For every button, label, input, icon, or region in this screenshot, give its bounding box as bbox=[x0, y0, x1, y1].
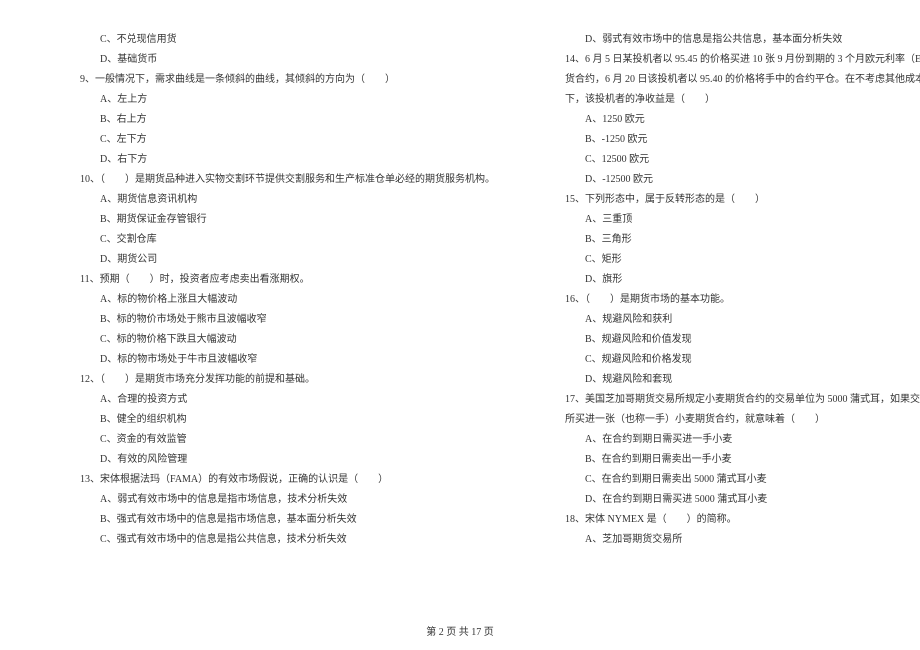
text-line: B、健全的组织机构 bbox=[50, 410, 495, 430]
text-line: D、有效的风险管理 bbox=[50, 450, 495, 470]
text-line: D、在合约到期日需买进 5000 蒲式耳小麦 bbox=[535, 490, 920, 510]
text-line: C、矩形 bbox=[535, 250, 920, 270]
text-line: A、芝加哥期货交易所 bbox=[535, 530, 920, 550]
text-line: D、期货公司 bbox=[50, 250, 495, 270]
text-line: C、规避风险和价格发现 bbox=[535, 350, 920, 370]
document-content: C、不兑现信用货D、基础货币9、一般情况下，需求曲线是一条倾斜的曲线，其倾斜的方… bbox=[50, 30, 870, 610]
text-line: 11、预期（ ）时，投资者应考虑卖出看涨期权。 bbox=[50, 270, 495, 290]
text-line: C、交割仓库 bbox=[50, 230, 495, 250]
text-line: 下，该投机者的净收益是（ ） bbox=[535, 90, 920, 110]
text-line: B、标的物价市场处于熊市且波幅收窄 bbox=[50, 310, 495, 330]
text-line: A、1250 欧元 bbox=[535, 110, 920, 130]
text-line: C、左下方 bbox=[50, 130, 495, 150]
text-line: A、合理的投资方式 bbox=[50, 390, 495, 410]
text-line: B、期货保证金存管银行 bbox=[50, 210, 495, 230]
text-line: 16、（ ）是期货市场的基本功能。 bbox=[535, 290, 920, 310]
text-line: 12、（ ）是期货市场充分发挥功能的前提和基础。 bbox=[50, 370, 495, 390]
text-line: D、基础货币 bbox=[50, 50, 495, 70]
text-line: A、弱式有效市场中的信息是指市场信息，技术分析失效 bbox=[50, 490, 495, 510]
text-line: B、在合约到期日需卖出一手小麦 bbox=[535, 450, 920, 470]
page-footer: 第 2 页 共 17 页 bbox=[0, 623, 920, 638]
text-line: C、强式有效市场中的信息是指公共信息，技术分析失效 bbox=[50, 530, 495, 550]
text-line: C、12500 欧元 bbox=[535, 150, 920, 170]
text-line: A、期货信息资讯机构 bbox=[50, 190, 495, 210]
text-line: 所买进一张（也称一手）小麦期货合约，就意味着（ ） bbox=[535, 410, 920, 430]
text-line: B、右上方 bbox=[50, 110, 495, 130]
text-line: D、弱式有效市场中的信息是指公共信息，基本面分析失效 bbox=[535, 30, 920, 50]
text-line: A、在合约到期日需买进一手小麦 bbox=[535, 430, 920, 450]
text-line: B、强式有效市场中的信息是指市场信息，基本面分析失效 bbox=[50, 510, 495, 530]
text-line: B、规避风险和价值发现 bbox=[535, 330, 920, 350]
text-line: C、在合约到期日需卖出 5000 蒲式耳小麦 bbox=[535, 470, 920, 490]
text-line: C、不兑现信用货 bbox=[50, 30, 495, 50]
text-line: A、左上方 bbox=[50, 90, 495, 110]
text-line: 10、（ ）是期货品种进入实物交割环节提供交割服务和生产标准仓单必经的期货服务机… bbox=[50, 170, 495, 190]
text-line: A、标的物价格上涨且大幅波动 bbox=[50, 290, 495, 310]
text-line: D、规避风险和套现 bbox=[535, 370, 920, 390]
right-column: D、弱式有效市场中的信息是指公共信息，基本面分析失效14、6 月 5 日某投机者… bbox=[535, 30, 920, 610]
text-line: 9、一般情况下，需求曲线是一条倾斜的曲线，其倾斜的方向为（ ） bbox=[50, 70, 495, 90]
text-line: A、三重顶 bbox=[535, 210, 920, 230]
text-line: C、标的物价格下跌且大幅波动 bbox=[50, 330, 495, 350]
text-line: D、旗形 bbox=[535, 270, 920, 290]
text-line: D、-12500 欧元 bbox=[535, 170, 920, 190]
text-line: C、资金的有效监管 bbox=[50, 430, 495, 450]
text-line: D、右下方 bbox=[50, 150, 495, 170]
text-line: A、规避风险和获利 bbox=[535, 310, 920, 330]
text-line: 18、宋体 NYMEX 是（ ）的简称。 bbox=[535, 510, 920, 530]
text-line: B、三角形 bbox=[535, 230, 920, 250]
text-line: 货合约，6 月 20 日该投机者以 95.40 的价格将手中的合约平仓。在不考虑… bbox=[535, 70, 920, 90]
left-column: C、不兑现信用货D、基础货币9、一般情况下，需求曲线是一条倾斜的曲线，其倾斜的方… bbox=[50, 30, 495, 610]
text-line: 13、宋体根据法玛（FAMA）的有效市场假说，正确的认识是（ ） bbox=[50, 470, 495, 490]
text-line: 14、6 月 5 日某投机者以 95.45 的价格买进 10 张 9 月份到期的… bbox=[535, 50, 920, 70]
text-line: D、标的物市场处于牛市且波幅收窄 bbox=[50, 350, 495, 370]
text-line: 17、美国芝加哥期货交易所规定小麦期货合约的交易单位为 5000 蒲式耳，如果交… bbox=[535, 390, 920, 410]
text-line: B、-1250 欧元 bbox=[535, 130, 920, 150]
text-line: 15、下列形态中，属于反转形态的是（ ） bbox=[535, 190, 920, 210]
